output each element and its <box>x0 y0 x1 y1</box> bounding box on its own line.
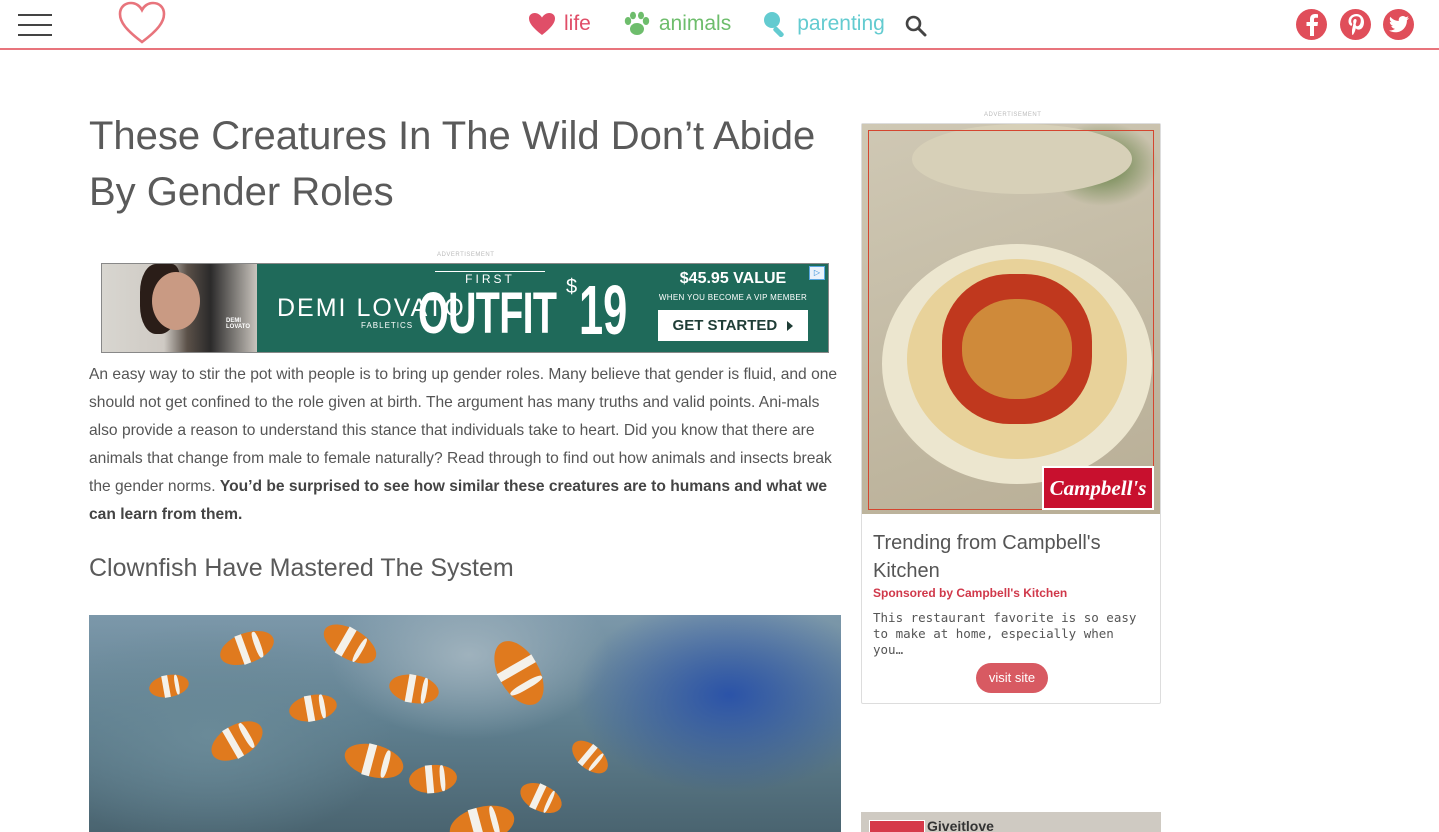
ad-label: ADVERTISEMENT <box>437 252 495 258</box>
sidebar-advertisement[interactable]: Campbell's Trending from Campbell's Kitc… <box>861 123 1161 704</box>
nav-item-label: parenting <box>797 12 885 35</box>
search-button[interactable] <box>903 13 929 39</box>
sidebar-advertisement-2[interactable]: Giveitlove <box>861 812 1161 832</box>
nav-item-parenting[interactable]: parenting <box>763 11 885 37</box>
rattle-icon <box>764 12 784 37</box>
adchoices-icon[interactable]: ▷ <box>809 266 825 280</box>
sidebar-ad-image[interactable]: Campbell's <box>862 124 1160 514</box>
article-title: These Creatures In The Wild Don’t Abide … <box>89 114 816 214</box>
sidebar-ad-sponsor: Sponsored by Campbell's Kitchen <box>873 586 1068 600</box>
paw-icon <box>624 11 650 35</box>
sidebar-ad-description: This restaurant favorite is so easy to m… <box>873 610 1137 657</box>
menu-icon[interactable] <box>18 14 52 36</box>
twitter-icon <box>1388 16 1409 33</box>
nav-item-life[interactable]: life <box>528 12 591 36</box>
pinterest-share-button[interactable] <box>1340 9 1371 40</box>
facebook-icon <box>1306 13 1318 36</box>
top-navigation-bar: life animals parenting <box>0 0 1439 50</box>
sidebar-ad-label: ADVERTISEMENT <box>984 112 1042 118</box>
visit-site-button[interactable]: visit site <box>976 663 1048 693</box>
giveitlove-logo <box>869 820 925 832</box>
clownfish-photo <box>89 615 841 832</box>
heart-icon <box>529 13 555 35</box>
banner-advertisement[interactable]: DEMI LOVATO DEMI LOVATO FABLETICS FIRST … <box>101 263 829 353</box>
campbells-logo: Campbell's <box>1042 466 1154 510</box>
search-icon <box>905 15 927 37</box>
nav-item-label: life <box>564 12 591 35</box>
site-logo-heart-icon[interactable] <box>116 0 168 46</box>
sidebar-ad-title[interactable]: Trending from Campbell's Kitchen <box>873 529 1143 585</box>
banner-dollar-sign: $ <box>566 276 578 298</box>
sidebar-ad2-text: Giveitlove <box>927 818 994 832</box>
banner-vip-text: WHEN YOU BECOME A VIP MEMBER <box>658 293 808 302</box>
banner-photo: DEMI LOVATO <box>102 264 257 352</box>
play-arrow-icon <box>787 321 794 332</box>
facebook-share-button[interactable] <box>1296 9 1327 40</box>
nav-item-animals[interactable]: animals <box>623 11 731 37</box>
category-nav: life animals parenting <box>528 0 929 48</box>
nav-item-label: animals <box>658 12 732 35</box>
section-subhead: Clownfish Have Mastered The System <box>89 554 514 582</box>
banner-get-started-button[interactable]: GET STARTED <box>658 310 808 341</box>
banner-price: 19 <box>579 271 628 349</box>
twitter-share-button[interactable] <box>1383 9 1414 40</box>
banner-outfit-text: OUTFIT <box>418 281 557 346</box>
article-intro: An easy way to stir the pot with people … <box>89 366 838 523</box>
banner-value: $45.95 VALUE <box>679 270 787 287</box>
banner-photo-caption: DEMI LOVATO <box>226 318 250 330</box>
pinterest-icon <box>1348 13 1364 35</box>
